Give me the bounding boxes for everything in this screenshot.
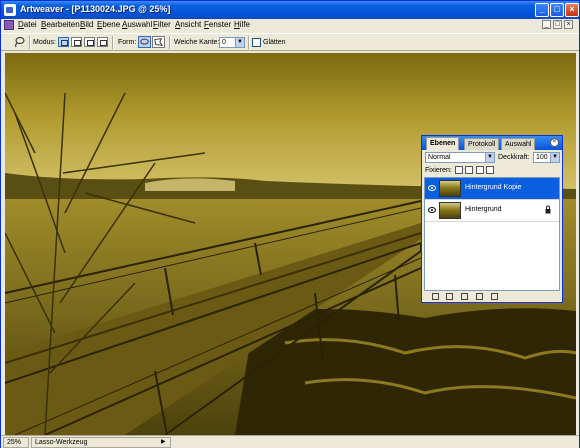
menu-ebene[interactable]: Ebene xyxy=(97,20,120,29)
layer-name: Hintergrund xyxy=(465,206,502,213)
chevron-down-icon[interactable]: ▼ xyxy=(550,153,559,162)
title-bar[interactable]: Artweaver - [P1130024.JPG @ 25%] _ □ × xyxy=(1,1,579,19)
layer-thumbnail xyxy=(439,180,461,197)
freehand-lasso-button[interactable] xyxy=(138,36,151,48)
feather-value: 0 xyxy=(222,39,226,46)
menu-bearbeiten[interactable]: Bearbeiten xyxy=(41,20,80,29)
chevron-down-icon[interactable]: ▼ xyxy=(485,153,494,162)
blend-mode-select[interactable]: Normal ▼ xyxy=(425,152,495,163)
new-layer-icon[interactable] xyxy=(476,293,483,300)
mode-subtract-selection-button[interactable] xyxy=(84,37,95,47)
menu-bar: Datei Bearbeiten Bild Ebene Auswahl Filt… xyxy=(1,19,579,31)
app-icon xyxy=(4,4,16,16)
status-bar: 25% Lasso-Werkzeug ▶ xyxy=(1,435,579,448)
feather-select[interactable]: 0 ▼ xyxy=(219,37,245,48)
eye-icon[interactable] xyxy=(428,207,436,213)
layer-row[interactable]: Hintergrund Kopie xyxy=(425,178,559,200)
feather-label: Weiche Kante: xyxy=(174,39,220,46)
opacity-label: Deckkraft: xyxy=(498,154,530,161)
zoom-level: 25% xyxy=(3,437,29,448)
menu-auswahl[interactable]: Auswahl xyxy=(122,20,152,29)
close-button[interactable]: × xyxy=(565,3,579,17)
toolbar-separator xyxy=(169,36,171,49)
mode-add-selection-button[interactable] xyxy=(71,37,82,47)
blend-mode-value: Normal xyxy=(428,154,451,161)
lock-icon xyxy=(545,205,551,214)
lock-position-button[interactable] xyxy=(465,166,473,174)
lock-transparency-button[interactable] xyxy=(455,166,463,174)
opacity-select[interactable]: 100 ▼ xyxy=(533,152,560,163)
tab-protokoll[interactable]: Protokoll xyxy=(464,138,500,150)
new-group-icon[interactable] xyxy=(461,293,468,300)
shape-label: Form: xyxy=(118,39,137,46)
toolbar-separator xyxy=(112,36,114,49)
layer-row[interactable]: Hintergrund xyxy=(425,200,559,222)
doc-close-button[interactable]: × xyxy=(564,20,573,29)
layers-panel-footer xyxy=(424,293,560,302)
chevron-right-icon[interactable]: ▶ xyxy=(161,438,166,445)
layer-thumbnail xyxy=(439,202,461,219)
tab-auswahl[interactable]: Auswahl xyxy=(501,138,536,150)
mode-new-selection-button[interactable] xyxy=(58,37,69,47)
layer-list: Hintergrund Kopie Hintergrund xyxy=(424,177,560,291)
doc-restore-button[interactable]: □ xyxy=(553,20,562,29)
lock-label: Fixieren: xyxy=(425,167,452,174)
tool-options-bar: Modus: Form: Weiche Kante: 0 ▼ Glätten xyxy=(1,33,579,51)
layers-panel: Ebenen Protokoll Auswahl × Normal ▼ Deck… xyxy=(421,135,563,303)
active-tool: Lasso-Werkzeug xyxy=(31,437,171,448)
mode-intersect-selection-button[interactable] xyxy=(97,37,108,47)
smooth-label: Glätten xyxy=(263,39,286,46)
trash-icon[interactable] xyxy=(491,293,498,300)
menu-hilfe[interactable]: Hilfe xyxy=(234,20,250,29)
layer-name: Hintergrund Kopie xyxy=(465,184,522,191)
eye-icon[interactable] xyxy=(428,185,436,191)
menu-filter[interactable]: Filter xyxy=(153,20,171,29)
document-icon[interactable] xyxy=(4,20,14,30)
close-icon[interactable]: × xyxy=(550,138,559,147)
polygon-lasso-button[interactable] xyxy=(152,36,165,48)
menu-fenster[interactable]: Fenster xyxy=(204,20,231,29)
smooth-checkbox[interactable] xyxy=(252,38,261,47)
chevron-down-icon[interactable]: ▼ xyxy=(235,38,244,47)
menu-ansicht[interactable]: Ansicht xyxy=(175,20,201,29)
menu-datei[interactable]: Datei xyxy=(18,20,37,29)
artweaver-window: Artweaver - [P1130024.JPG @ 25%] _ □ × D… xyxy=(0,0,580,448)
layer-style-icon[interactable] xyxy=(432,293,439,300)
layers-panel-titlebar[interactable]: Ebenen Protokoll Auswahl × xyxy=(422,136,562,150)
lasso-icon[interactable] xyxy=(13,36,25,48)
minimize-button[interactable]: _ xyxy=(535,3,549,17)
layer-mask-icon[interactable] xyxy=(446,293,453,300)
mode-label: Modus: xyxy=(33,39,56,46)
lock-pixels-button[interactable] xyxy=(476,166,484,174)
tab-ebenen[interactable]: Ebenen xyxy=(426,137,460,150)
lock-all-button[interactable] xyxy=(486,166,494,174)
window-title: Artweaver - [P1130024.JPG @ 25%] xyxy=(20,4,171,14)
opacity-value: 100 xyxy=(536,154,548,161)
doc-minimize-button[interactable]: _ xyxy=(542,20,551,29)
toolbar-separator xyxy=(29,36,31,49)
toolbar-separator xyxy=(248,36,250,49)
menu-bild[interactable]: Bild xyxy=(80,20,93,29)
maximize-button[interactable]: □ xyxy=(550,3,564,17)
